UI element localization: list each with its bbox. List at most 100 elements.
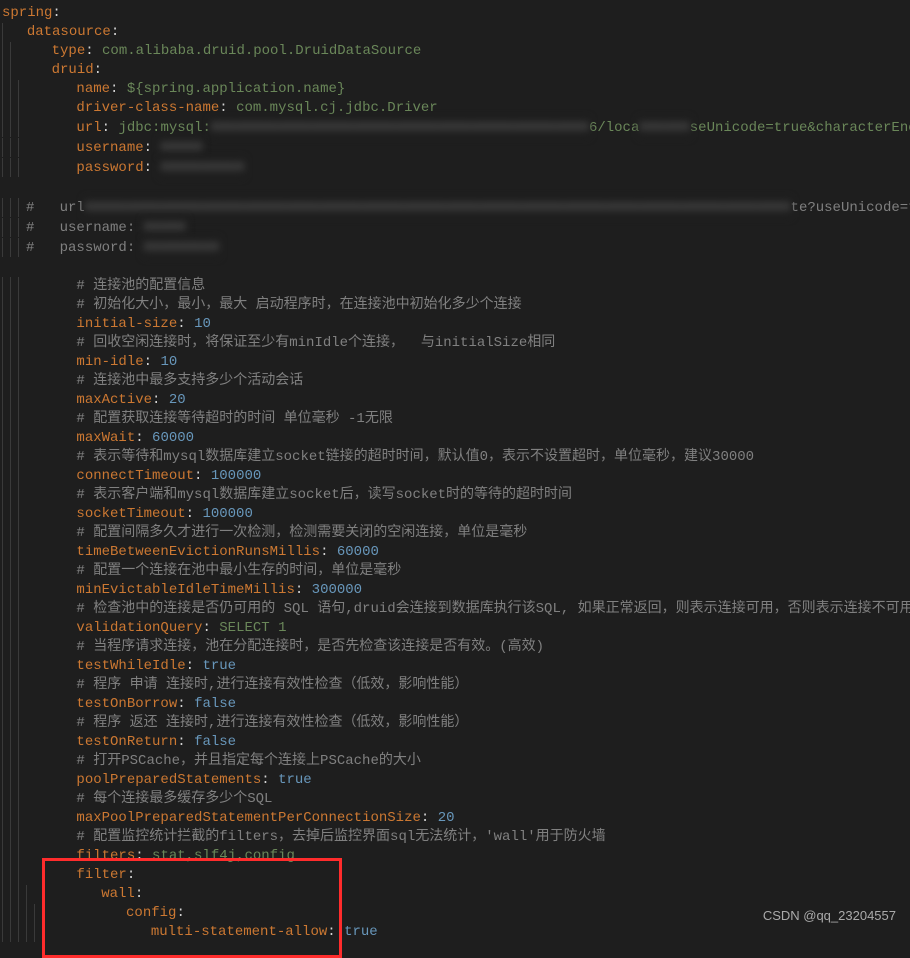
yaml-value: 60000 [337,544,379,560]
redacted-text: xxxxx [160,138,202,157]
yaml-value: false [194,734,236,750]
code-line: # 程序 申请 连接时,进行连接有效性检查（低效，影响性能） [2,676,902,695]
code-line: # 配置监控统计拦截的filters，去掉后监控界面sql无法统计，'wall'… [2,828,902,847]
redacted-text: xxxxxx [639,118,689,137]
yaml-key: maxPoolPreparedStatementPerConnectionSiz… [76,810,420,826]
code-line: socketTimeout: 100000 [2,505,902,524]
yaml-value: true [202,658,236,674]
yaml-key: filters [76,848,135,864]
code-line: minEvictableIdleTimeMillis: 300000 [2,581,902,600]
yaml-value: com.alibaba.druid.pool.DruidDataSource [102,43,421,59]
code-line: # 检查池中的连接是否仍可用的 SQL 语句,druid会连接到数据库执行该SQ… [2,600,902,619]
watermark-text: CSDN @qq_23204557 [763,906,896,925]
yaml-value: 10 [194,316,211,332]
yaml-value: 10 [160,354,177,370]
yaml-value: 100000 [202,506,252,522]
code-line [2,179,902,198]
yaml-key: filter [76,867,126,883]
code-line [2,258,902,277]
code-line: # 配置一个连接在池中最小生存的时间，单位是毫秒 [2,562,902,581]
code-line: connectTimeout: 100000 [2,467,902,486]
redacted-text: xxxxxxxxxxxxxxxxxxxxxxxxxxxxxxxxxxxxxxxx… [85,198,791,217]
code-line: # 表示客户端和mysql数据库建立socket后，读写socket时的等待的超… [2,486,902,505]
comment: # [26,220,60,236]
code-line: validationQuery: SELECT 1 [2,619,902,638]
yaml-key: testOnBorrow [76,696,177,712]
comment: 回收空闲连接时，将保证至少有minIdle个连接， 与initialSize相同 [93,335,555,351]
yaml-key: maxWait [76,430,135,446]
yaml-key: connectTimeout [76,468,194,484]
comment: 表示等待和mysql数据库建立socket链接的超时时间，默认值0，表示不设置超… [93,449,754,465]
comment: 表示客户端和mysql数据库建立socket后，读写socket时的等待的超时时… [93,487,572,503]
yaml-value: jdbc:mysql: [118,120,210,136]
comment: 配置间隔多久才进行一次检测，检测需要关闭的空闲连接，单位是毫秒 [93,525,527,541]
comment: 每个连接最多缓存多少个SQL [93,791,272,807]
code-line: filters: stat,slf4j,config [2,847,902,866]
comment: 当程序请求连接，池在分配连接时，是否先检查该连接是否有效。(高效) [93,639,544,655]
comment: 初始化大小，最小，最大 启动程序时，在连接池中初始化多少个连接 [93,297,521,313]
redacted-text: xxxxxxxxxxxxxxxxxxxxxxxxxxxxxxxxxxxxxxxx… [211,118,589,137]
yaml-key: multi-statement-allow [151,924,327,940]
code-line: driver-class-name: com.mysql.cj.jdbc.Dri… [2,99,902,118]
code-line: druid: [2,61,902,80]
code-line: timeBetweenEvictionRunsMillis: 60000 [2,543,902,562]
code-line: spring: [2,4,902,23]
comment: 程序 申请 连接时,进行连接有效性检查（低效，影响性能） [93,677,468,693]
yaml-value: com.mysql.cj.jdbc.Driver [236,100,438,116]
code-line: username: xxxxx [2,138,902,158]
code-line: testWhileIdle: true [2,657,902,676]
yaml-key: spring [2,5,52,21]
redacted-text: xxxxxxxxxx [160,158,244,177]
code-editor: spring: datasource: type: com.alibaba.dr… [0,0,910,950]
code-line: filter: [2,866,902,885]
code-line: # password: xxxxxxxxx [2,238,902,258]
yaml-value: true [278,772,312,788]
comment: 配置获取连接等待超时的时间 单位毫秒 -1无限 [93,411,393,427]
yaml-value: ${spring.application.name} [127,81,345,97]
yaml-key: testOnReturn [76,734,177,750]
code-line: name: ${spring.application.name} [2,80,902,99]
code-line: wall: [2,885,902,904]
comment: 连接池中最多支持多少个活动会话 [93,373,303,389]
yaml-key: name [76,81,110,97]
comment: # [26,200,60,216]
yaml-value: SELECT 1 [219,620,286,636]
yaml-key: url [76,120,101,136]
yaml-key: driver-class-name [76,100,219,116]
redacted-text: xxxxx [144,218,186,237]
code-line: # 当程序请求连接，池在分配连接时，是否先检查该连接是否有效。(高效) [2,638,902,657]
yaml-key: password [76,161,143,177]
code-line: # 配置间隔多久才进行一次检测，检测需要关闭的空闲连接，单位是毫秒 [2,524,902,543]
yaml-key: datasource [27,24,111,40]
code-line: # 连接池的配置信息 [2,277,902,296]
code-line: initial-size: 10 [2,315,902,334]
yaml-key: druid [52,62,94,78]
yaml-key: wall [101,886,135,902]
yaml-key: username [76,140,143,156]
code-line: # username: xxxxx [2,218,902,238]
code-line: testOnReturn: false [2,733,902,752]
yaml-key: min-idle [76,354,143,370]
yaml-value: 300000 [312,582,362,598]
yaml-value: true [344,924,378,940]
yaml-value: 100000 [211,468,261,484]
code-line: maxWait: 60000 [2,429,902,448]
comment: # [26,240,60,256]
redacted-text: xxxxxxxxx [144,238,220,257]
yaml-key: minEvictableIdleTimeMillis [76,582,294,598]
yaml-value: 20 [169,392,186,408]
comment: 连接池的配置信息 [93,278,205,294]
code-line: maxActive: 20 [2,391,902,410]
yaml-key: config [126,905,176,921]
yaml-key: poolPreparedStatements [76,772,261,788]
code-line: testOnBorrow: false [2,695,902,714]
yaml-key: type [52,43,86,59]
comment: 检查池中的连接是否仍可用的 SQL 语句,druid会连接到数据库执行该SQL,… [93,601,910,617]
code-line: # 表示等待和mysql数据库建立socket链接的超时时间，默认值0，表示不设… [2,448,902,467]
code-line: maxPoolPreparedStatementPerConnectionSiz… [2,809,902,828]
code-line: # 配置获取连接等待超时的时间 单位毫秒 -1无限 [2,410,902,429]
code-line: # 打开PSCache，并且指定每个连接上PSCache的大小 [2,752,902,771]
code-line: poolPreparedStatements: true [2,771,902,790]
code-line: type: com.alibaba.druid.pool.DruidDataSo… [2,42,902,61]
code-line: # 每个连接最多缓存多少个SQL [2,790,902,809]
